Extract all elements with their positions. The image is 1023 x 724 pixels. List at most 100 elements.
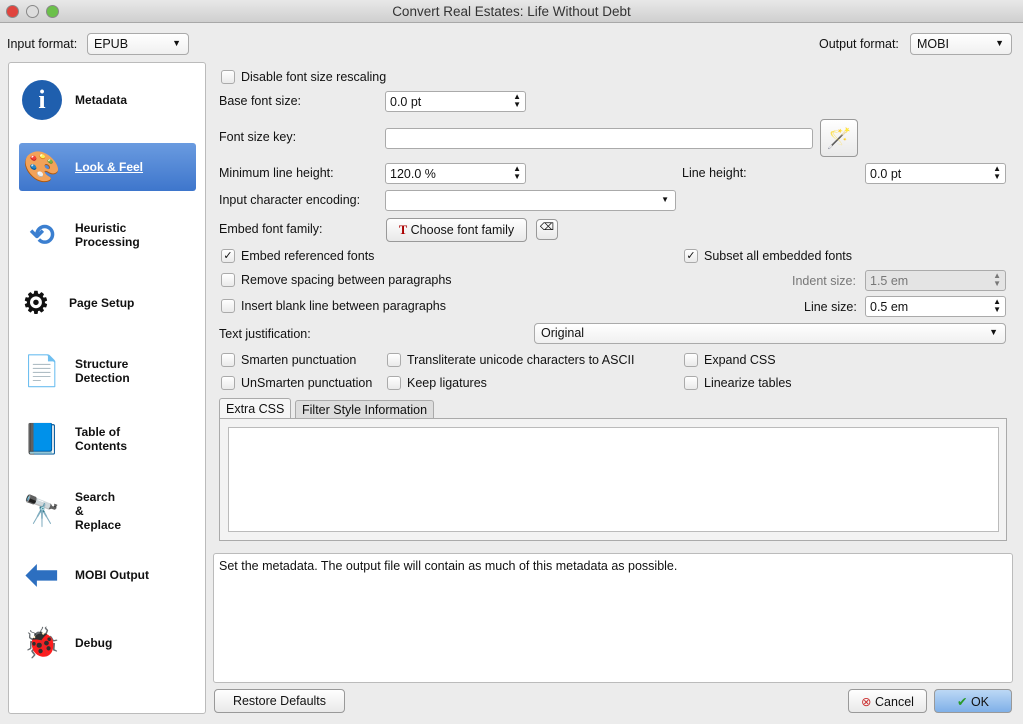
font-size-key-label: Font size key:: [219, 130, 297, 144]
sidebar-item-label: Metadata: [75, 93, 128, 107]
indent-size-spinbox[interactable]: 1.5 em ▲ ▼: [865, 270, 1006, 291]
embed-referenced-label: Embed referenced fonts: [241, 249, 375, 263]
linearize-checkbox[interactable]: [684, 376, 698, 390]
sidebar-item-page-setup[interactable]: ⚙ Page Setup: [13, 279, 190, 327]
sidebar-item-heuristic[interactable]: ⟲ Heuristic Processing: [19, 211, 196, 259]
heuristic-icon: ⟲: [29, 218, 55, 252]
sidebar-item-label: Heuristic Processing: [75, 221, 140, 249]
spinner-arrows-icon[interactable]: ▲ ▼: [993, 272, 1001, 288]
window-title: Convert Real Estates: Life Without Debt: [392, 4, 631, 19]
line-height-value: 0.0 pt: [870, 167, 902, 181]
title-bar: Convert Real Estates: Life Without Debt: [0, 0, 1023, 23]
arrow-left-icon: ⬅: [25, 553, 59, 597]
remove-spacing-checkbox[interactable]: [221, 273, 235, 287]
output-format-label: Output format:: [819, 37, 899, 51]
binoculars-icon: 🔭: [23, 494, 61, 528]
input-format-label: Input format:: [7, 37, 78, 51]
cancel-label: Cancel: [875, 695, 914, 709]
chevron-down-icon: ▼: [995, 38, 1004, 48]
sidebar-item-metadata[interactable]: i Metadata: [19, 76, 196, 124]
sidebar-item-search-replace[interactable]: 🔭 Search & Replace: [19, 483, 196, 539]
transliterate-checkbox[interactable]: [387, 353, 401, 367]
choose-font-label: Choose font family: [410, 223, 515, 237]
sidebar-item-label: Look & Feel: [75, 160, 144, 174]
document-icon: 📄: [23, 354, 61, 388]
tab-label: Filter Style Information: [302, 403, 428, 417]
sidebar-item-structure[interactable]: 📄 Structure Detection: [19, 347, 196, 395]
notebook-icon: 📘: [23, 422, 61, 456]
insert-blank-label: Insert blank line between paragraphs: [241, 299, 446, 313]
backspace-icon: ⌫: [539, 222, 555, 233]
sidebar: i Metadata 🎨 Look & Feel ⟲ Heuristic Proces…: [8, 62, 206, 714]
subset-fonts-label: Subset all embedded fonts: [704, 249, 853, 263]
ladybug-icon: 🐞: [23, 626, 61, 660]
unsmarten-label: UnSmarten punctuation: [241, 376, 373, 390]
clear-font-button[interactable]: ⌫: [536, 219, 558, 240]
subset-fonts-checkbox[interactable]: ✓: [684, 249, 698, 263]
info-icon: i: [19, 78, 65, 122]
expand-css-checkbox[interactable]: [684, 353, 698, 367]
embed-family-label: Embed font family:: [219, 222, 323, 236]
paint-icon: 🎨: [23, 150, 61, 184]
tab-panel: [219, 418, 1007, 541]
justification-value: Original: [541, 326, 585, 340]
restore-label: Restore Defaults: [232, 694, 327, 708]
font-key-wizard-button[interactable]: 🪄: [820, 119, 858, 157]
sidebar-item-label: Debug: [75, 636, 113, 650]
sidebar-item-debug[interactable]: 🐞 Debug: [19, 619, 196, 667]
embed-referenced-checkbox[interactable]: ✓: [221, 249, 235, 263]
transliterate-label: Transliterate unicode characters to ASCI…: [407, 353, 635, 367]
indent-size-value: 1.5 em: [870, 274, 909, 288]
ok-label: OK: [970, 695, 990, 709]
restore-defaults-button[interactable]: Restore Defaults: [214, 689, 345, 713]
checkmark-icon: ✔: [956, 695, 968, 709]
input-format-value: EPUB: [94, 37, 129, 51]
justification-label: Text justification:: [219, 327, 311, 341]
linearize-label: Linearize tables: [704, 376, 792, 390]
output-format-select[interactable]: MOBI ▼: [910, 33, 1012, 55]
base-font-size-value: 0.0 pt: [390, 95, 422, 109]
expand-css-label: Expand CSS: [704, 353, 776, 367]
tab-extra-css[interactable]: Extra CSS: [219, 398, 292, 419]
sidebar-item-look-feel[interactable]: 🎨 Look & Feel: [19, 143, 196, 191]
input-format-select[interactable]: EPUB ▼: [87, 33, 189, 55]
chevron-down-icon: ▼: [172, 38, 181, 48]
ok-button[interactable]: ✔ OK: [934, 689, 1012, 713]
line-height-spinbox[interactable]: 0.0 pt ▲ ▼: [865, 163, 1006, 184]
extra-css-editor[interactable]: [228, 427, 999, 532]
cancel-button[interactable]: ⊗ Cancel: [848, 689, 927, 713]
encoding-label: Input character encoding:: [219, 193, 361, 207]
min-line-height-spinbox[interactable]: 120.0 % ▲ ▼: [385, 163, 526, 184]
base-font-size-label: Base font size:: [219, 94, 301, 108]
font-size-key-input[interactable]: [385, 128, 813, 149]
chevron-down-icon: ▼: [989, 327, 998, 337]
spinner-arrows-icon[interactable]: ▲ ▼: [993, 165, 1001, 181]
spinner-arrows-icon[interactable]: ▲ ▼: [513, 165, 521, 181]
keep-ligatures-checkbox[interactable]: [387, 376, 401, 390]
sidebar-item-label: Structure Detection: [75, 357, 130, 385]
justification-select[interactable]: Original ▼: [534, 323, 1006, 344]
smarten-checkbox[interactable]: [221, 353, 235, 367]
indent-size-label: Indent size:: [792, 274, 856, 288]
tab-filter-style[interactable]: Filter Style Information: [295, 400, 435, 419]
remove-spacing-label: Remove spacing between paragraphs: [241, 273, 452, 287]
encoding-combobox[interactable]: ▼: [385, 190, 676, 211]
gear-icon: ⚙: [22, 286, 50, 320]
choose-font-button[interactable]: T Choose font family: [386, 218, 527, 242]
spinner-arrows-icon[interactable]: ▲ ▼: [513, 93, 521, 109]
font-icon: T: [398, 223, 408, 237]
keep-ligatures-label: Keep ligatures: [407, 376, 487, 390]
unsmarten-checkbox[interactable]: [221, 376, 235, 390]
line-size-label: Line size:: [804, 300, 857, 314]
sidebar-item-mobi-output[interactable]: ⬅ MOBI Output: [19, 551, 196, 599]
disable-rescaling-checkbox[interactable]: [221, 70, 235, 84]
insert-blank-checkbox[interactable]: [221, 299, 235, 313]
base-font-size-spinbox[interactable]: 0.0 pt ▲ ▼: [385, 91, 526, 112]
min-line-height-value: 120.0 %: [390, 167, 436, 181]
line-height-label: Line height:: [682, 166, 747, 180]
spinner-arrows-icon[interactable]: ▲ ▼: [993, 298, 1001, 314]
line-size-value: 0.5 em: [870, 300, 909, 314]
line-size-spinbox[interactable]: 0.5 em ▲ ▼: [865, 296, 1006, 317]
sidebar-item-toc[interactable]: 📘 Table of Contents: [19, 415, 196, 463]
tab-label: Extra CSS: [226, 402, 285, 416]
